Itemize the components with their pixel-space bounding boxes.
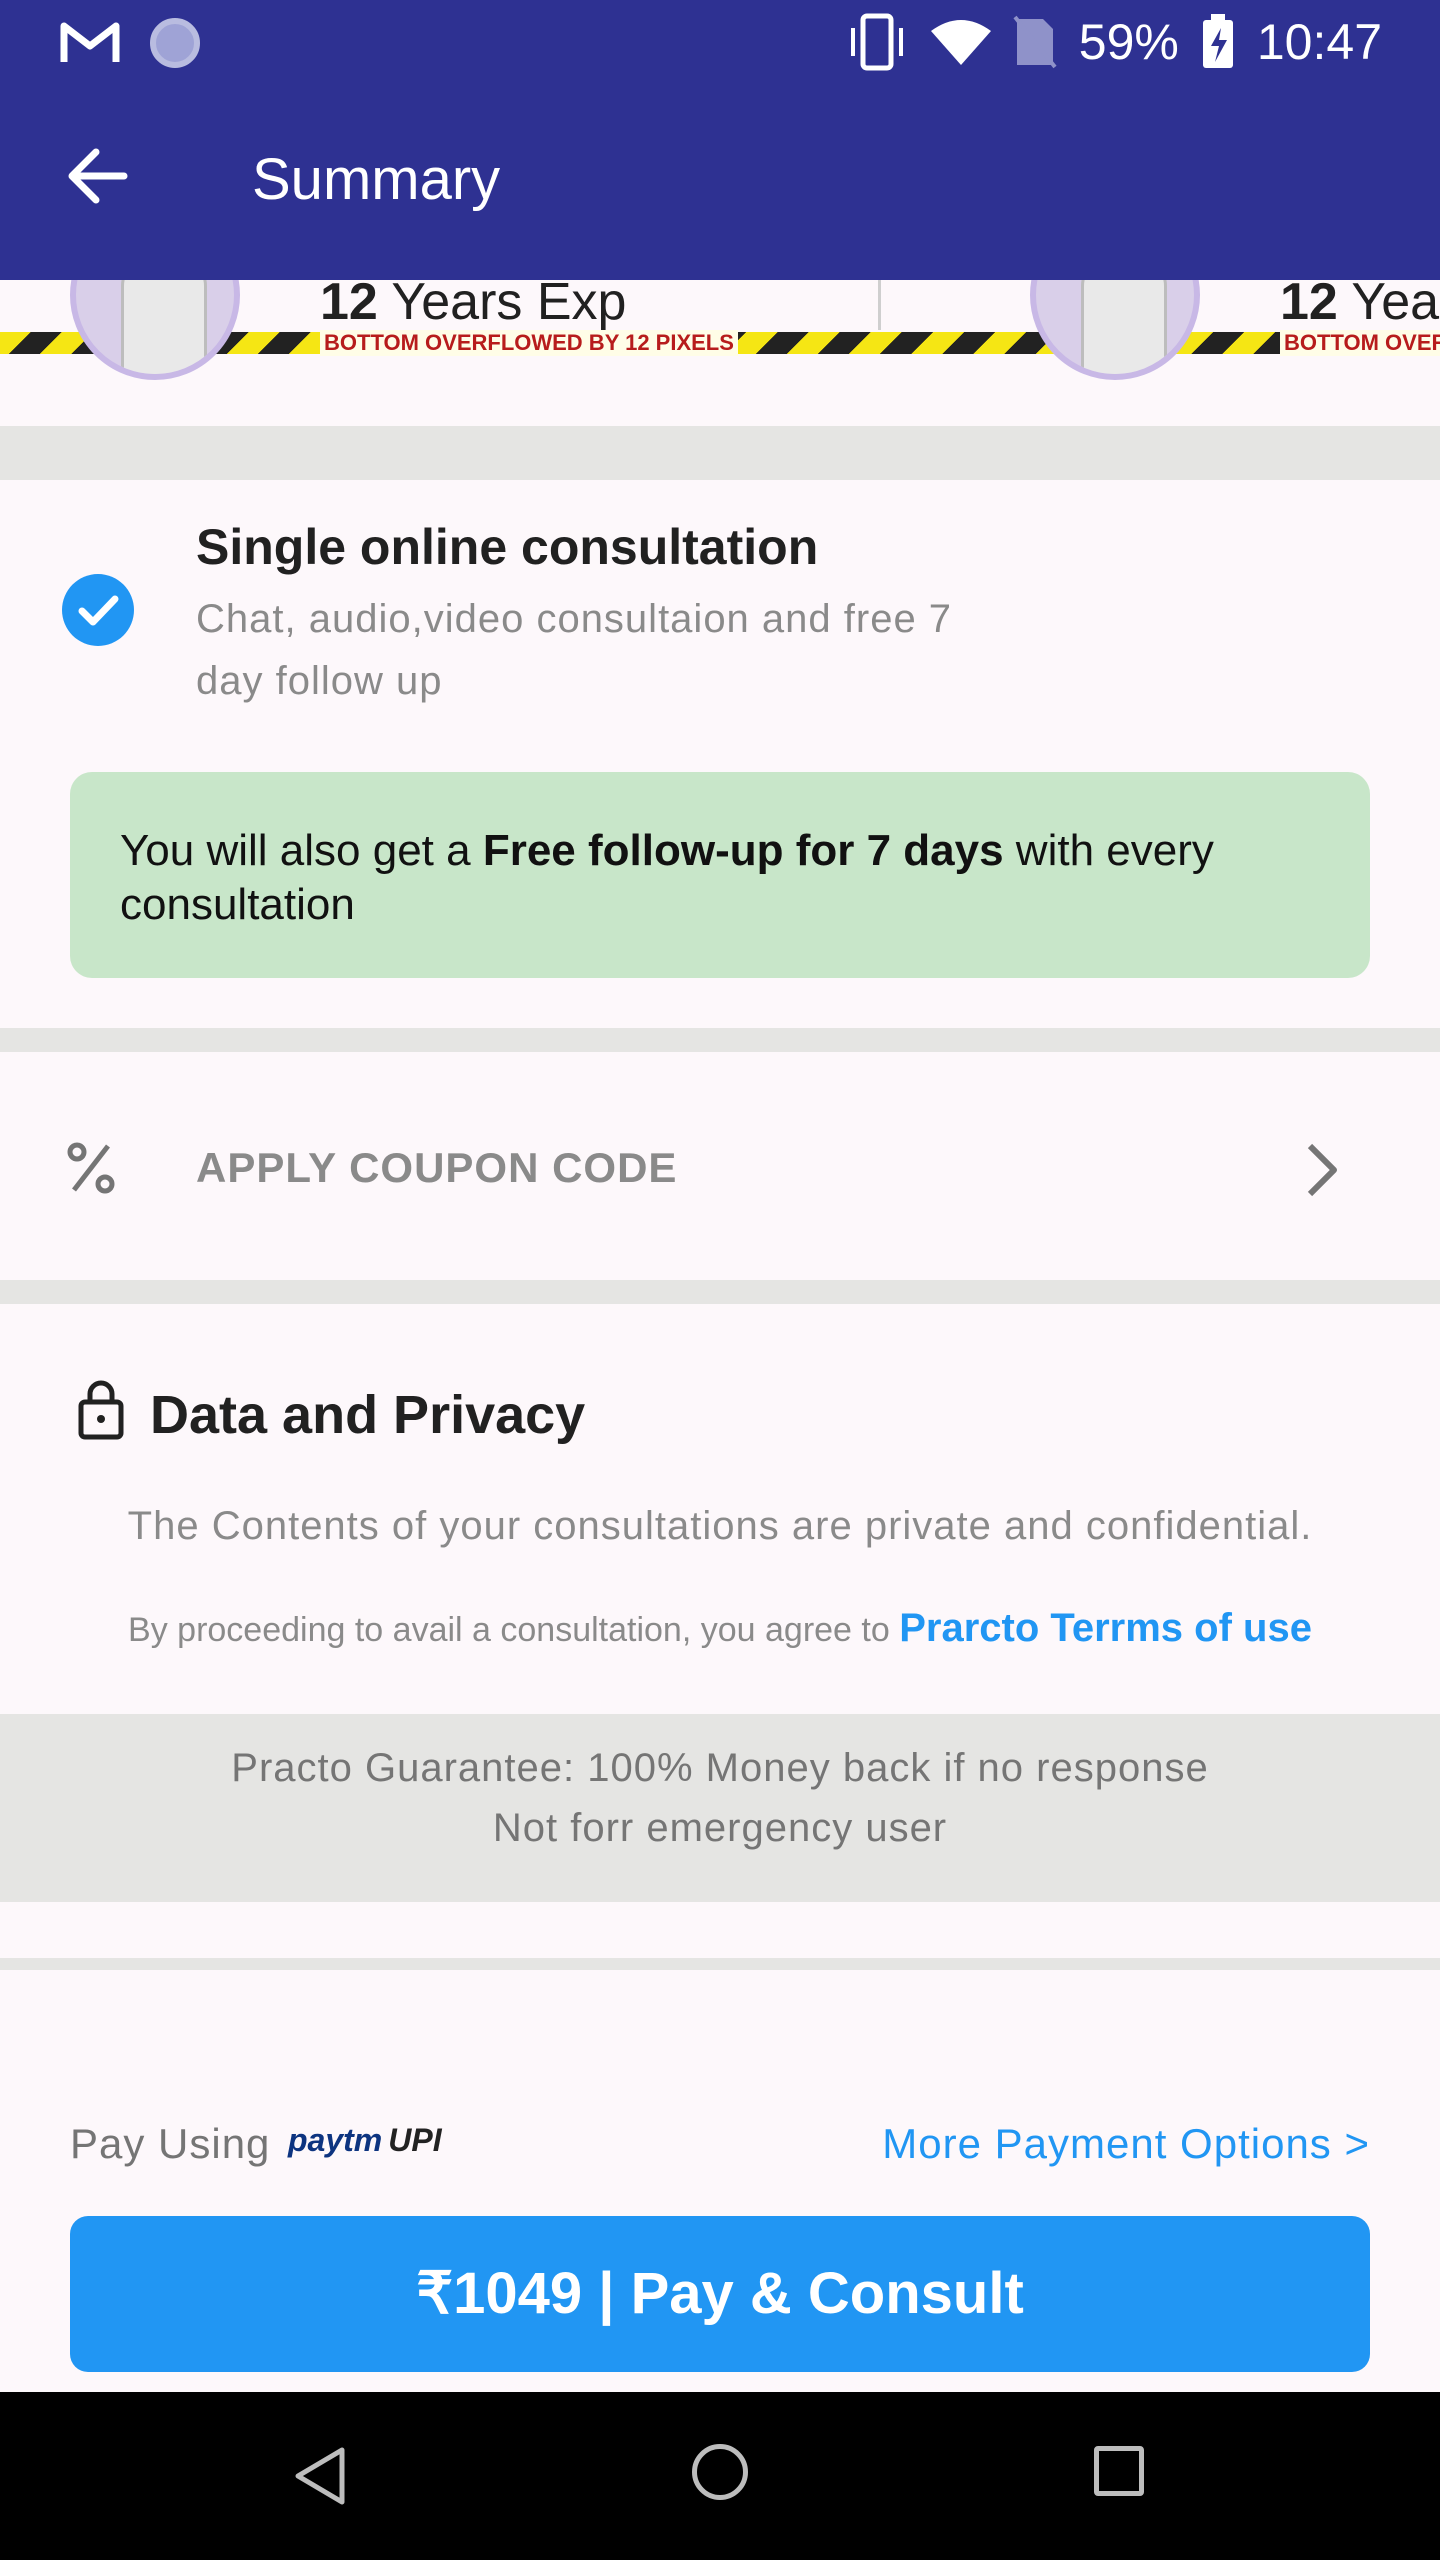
section-divider <box>0 426 1440 480</box>
more-payment-options-link[interactable]: More Payment Options > <box>882 2120 1370 2168</box>
lock-icon <box>78 1380 124 1440</box>
no-sim-icon <box>1013 15 1057 69</box>
page-title: Summary <box>252 147 501 212</box>
section-divider <box>0 1958 1440 1970</box>
terms-of-use-link[interactable]: Prarcto Terrms of use <box>899 1606 1312 1650</box>
checkmark-icon[interactable] <box>62 574 134 646</box>
card-divider <box>878 280 881 330</box>
doctor-card[interactable]: 12 Years Exp BOTTOM OVERFLOWED BY 12 PIX… <box>40 280 880 426</box>
consultation-plan[interactable]: Single online consultation Chat, audio,v… <box>0 480 1440 1028</box>
app-bar: Summary <box>0 84 1440 280</box>
guarantee-line-2: Not forr emergency user <box>492 1806 948 1850</box>
terms-prefix: By proceeding to avail a consultation, y… <box>128 1611 900 1649</box>
vibrate-icon <box>850 13 903 71</box>
section-divider <box>0 1280 1440 1304</box>
nav-recents-icon[interactable] <box>1094 2446 1144 2496</box>
guarantee-banner: Practo Guarantee: 100% Money back if no … <box>0 1714 1440 1902</box>
doctor-experience: 12 Years Exp <box>320 280 627 331</box>
chevron-right-icon <box>1307 1143 1337 1197</box>
apply-coupon-row[interactable]: APPLY COUPON CODE <box>0 1052 1440 1280</box>
battery-charging-icon <box>1202 14 1233 68</box>
status-bar: 59% 10:47 <box>0 0 1440 84</box>
back-arrow-icon[interactable] <box>62 146 132 206</box>
terms-line: By proceeding to avail a consultation, y… <box>0 1606 1440 1651</box>
battery-percent: 59% <box>1078 14 1179 70</box>
privacy-title: Data and Privacy <box>150 1385 586 1445</box>
wifi-icon <box>930 20 991 65</box>
navigation-bar <box>0 2392 1440 2560</box>
plan-description: Chat, audio,video consultaion and free 7… <box>196 597 953 703</box>
nav-back-icon[interactable] <box>290 2444 350 2508</box>
doctor-carousel[interactable]: 12 Years Exp BOTTOM OVERFLOWED BY 12 PIX… <box>0 280 1440 426</box>
paytm-upi-logo: paytm UPI <box>288 2122 442 2158</box>
doctor-avatar <box>1030 280 1200 380</box>
doctor-avatar <box>70 280 240 380</box>
percent-icon <box>67 1142 115 1194</box>
pay-and-consult-button[interactable]: ₹1049 | Pay & Consult <box>70 2216 1370 2372</box>
nav-home-icon[interactable] <box>692 2444 748 2500</box>
coupon-label: APPLY COUPON CODE <box>196 1144 678 1191</box>
plan-title: Single online consultation <box>196 519 819 575</box>
sync-icon <box>150 18 200 68</box>
gmail-icon <box>60 20 120 66</box>
followup-text: You will also get a Free follow-up for 7… <box>120 826 1214 929</box>
doctor-experience: 12 Years Exp <box>1280 280 1440 331</box>
overflow-error-text: BOTTOM OVERFLOWED BY 12 PIXELS <box>320 330 738 356</box>
payment-bar: Pay Using paytm UPI More Payment Options … <box>0 2080 1440 2392</box>
guarantee-line-1: Practo Guarantee: 100% Money back if no … <box>231 1746 1209 1790</box>
free-followup-banner: You will also get a Free follow-up for 7… <box>70 772 1370 978</box>
overflow-error-text: BOTTOM OVERFLOWED BY 12 PIXELS <box>1280 330 1440 356</box>
doctor-card[interactable]: 12 Years Exp BOTTOM OVERFLOWED BY 12 PIX… <box>1000 280 1440 426</box>
pay-using-label: Pay Using <box>70 2120 271 2167</box>
clock: 10:47 <box>1256 14 1382 70</box>
privacy-text: The Contents of your consultations are p… <box>127 1504 1313 1548</box>
data-privacy-section: Data and Privacy The Contents of your co… <box>0 1304 1440 1714</box>
section-divider <box>0 1028 1440 1052</box>
